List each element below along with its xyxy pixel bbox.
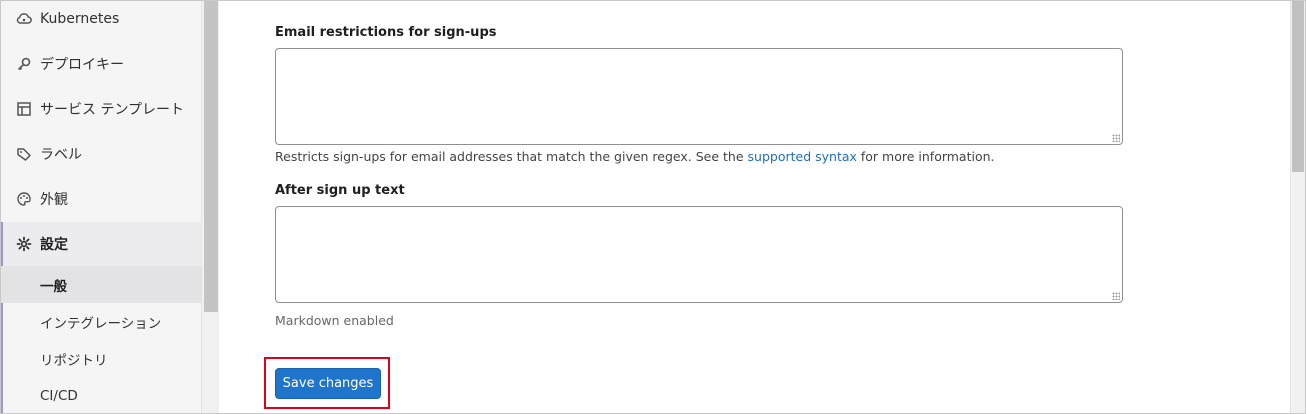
cloud-gear-icon xyxy=(16,11,32,27)
email-restrictions-help: Restricts sign-ups for email addresses t… xyxy=(275,149,995,164)
after-signup-textarea[interactable] xyxy=(275,206,1123,303)
sidebar-subitem-integrations[interactable]: インテグレーション xyxy=(0,303,202,340)
sidebar-item-label: サービス テンプレート xyxy=(40,102,185,118)
sidebar-subitem-general[interactable]: 一般 xyxy=(0,266,202,303)
supported-syntax-link[interactable]: supported syntax xyxy=(748,149,857,164)
resize-handle-icon[interactable] xyxy=(1112,292,1120,300)
sidebar-subitem-label: CI/CD xyxy=(40,387,78,404)
label-tag-icon xyxy=(16,146,32,162)
sidebar-item-service-templates[interactable]: サービス テンプレート xyxy=(0,87,202,131)
email-restrictions-label: Email restrictions for sign-ups xyxy=(275,25,497,40)
sidebar-subitem-label: 一般 xyxy=(40,278,67,295)
sidebar-subitem-ci-cd[interactable]: CI/CD xyxy=(0,377,202,414)
resize-handle-icon[interactable] xyxy=(1112,134,1120,142)
sidebar-item-kubernetes[interactable]: Kubernetes xyxy=(0,0,202,41)
markdown-note: Markdown enabled xyxy=(275,313,394,328)
help-text-suffix: for more information. xyxy=(856,149,995,164)
sidebar-item-label: 外観 xyxy=(40,192,68,208)
palette-icon xyxy=(16,191,32,207)
after-signup-label: After sign up text xyxy=(275,183,405,198)
sidebar-item-appearance[interactable]: 外観 xyxy=(0,177,202,221)
sidebar-item-label: Kubernetes xyxy=(40,11,120,27)
sidebar-subitem-repository[interactable]: リポジトリ xyxy=(0,340,202,377)
help-text-prefix: Restricts sign-ups for email addresses t… xyxy=(275,149,748,164)
sidebar-scrollbar-thumb[interactable] xyxy=(204,0,218,312)
settings-form: Email restrictions for sign-ups Restrict… xyxy=(219,0,1290,414)
sidebar-subitem-label: インテグレーション xyxy=(40,315,162,332)
page-scrollbar-thumb[interactable] xyxy=(1292,0,1304,172)
save-changes-button[interactable]: Save changes xyxy=(275,368,381,399)
key-icon xyxy=(16,56,32,72)
email-restrictions-textarea[interactable] xyxy=(275,48,1123,145)
template-icon xyxy=(16,101,32,117)
sidebar-item-settings[interactable]: 設定 xyxy=(0,222,202,266)
sidebar-subitem-label: リポジトリ xyxy=(40,352,108,369)
sidebar-item-label: デプロイキー xyxy=(40,57,124,73)
sidebar-item-label: 設定 xyxy=(40,237,68,253)
gear-icon xyxy=(16,236,32,252)
sidebar-item-deploy-keys[interactable]: デプロイキー xyxy=(0,42,202,86)
sidebar-item-labels[interactable]: ラベル xyxy=(0,132,202,176)
sidebar-item-label: ラベル xyxy=(40,147,82,163)
sidebar: Kubernetes デプロイキー サービス テンプレート ラベル 外観 設定 … xyxy=(0,0,202,414)
